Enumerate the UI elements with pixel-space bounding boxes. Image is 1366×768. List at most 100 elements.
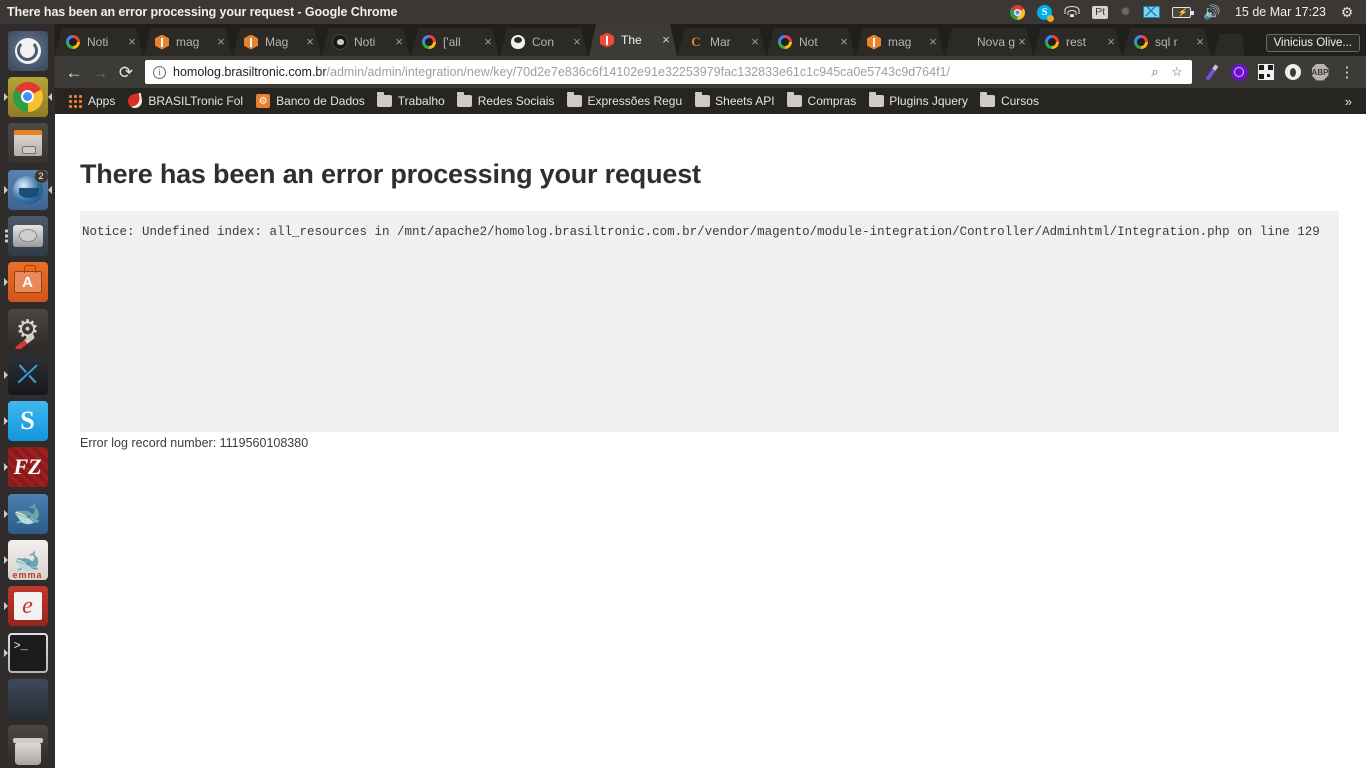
launcher-item-filezilla[interactable]: FZ	[3, 445, 52, 490]
qr-code-extension-icon[interactable]	[1253, 59, 1279, 85]
tab-mar-c[interactable]: C Mar ×	[678, 28, 766, 56]
bookmark-banco-de-dados[interactable]: ⚙ Banco de Dados	[249, 90, 371, 112]
tab-close-icon[interactable]: ×	[748, 35, 762, 49]
system-tray: S Pt ✹ ⚡ 🔊 15 de Mar 17:23 ⚙	[1004, 0, 1366, 24]
emma-dolphin-icon: 🐋 emma	[7, 540, 48, 581]
tab-close-icon[interactable]: ×	[214, 35, 228, 49]
bookmark-plugins-jquery[interactable]: Plugins Jquery	[862, 90, 974, 112]
folder-icon	[980, 92, 996, 109]
tab-close-icon[interactable]: ×	[570, 35, 584, 49]
tab-close-icon[interactable]: ×	[1193, 35, 1207, 49]
page-viewport: There has been an error processing your …	[55, 114, 1366, 768]
keyboard-layout-indicator[interactable]: Pt	[1086, 0, 1114, 24]
purple-circle-extension-icon[interactable]	[1226, 59, 1252, 85]
evolution-icon	[7, 586, 48, 627]
white-circle-extension-icon[interactable]	[1280, 59, 1306, 85]
tab-close-icon[interactable]: ×	[303, 35, 317, 49]
tab-noti-google[interactable]: Noti ×	[55, 28, 143, 56]
bluetooth-icon[interactable]: ✹	[1114, 0, 1137, 24]
bookmark-label: Redes Sociais	[477, 94, 555, 108]
google-icon	[65, 34, 81, 50]
launcher-item-ubuntu-software[interactable]: A	[3, 260, 52, 305]
launcher-item-terminal[interactable]: >_	[3, 630, 52, 675]
launcher-item-mysql-workbench[interactable]: 🐋	[3, 491, 52, 536]
bookmark-redes-sociais[interactable]: Redes Sociais	[451, 90, 561, 112]
tab-mag-magento-3[interactable]: mag ×	[856, 28, 944, 56]
tab-close-icon[interactable]: ×	[837, 35, 851, 49]
launcher-item-disks[interactable]	[4, 213, 52, 258]
filezilla-icon: FZ	[7, 447, 48, 488]
bookmark-star-icon[interactable]: ☆	[1168, 64, 1186, 80]
volume-icon[interactable]: 🔊	[1197, 0, 1227, 24]
search-icon[interactable]: ⌕	[1146, 64, 1164, 80]
launcher-item-thunderbird[interactable]: 2	[3, 167, 52, 212]
eyedropper-extension-icon[interactable]	[1199, 59, 1225, 85]
launcher-item-google-chrome[interactable]	[3, 74, 52, 119]
launcher-item-trash[interactable]	[4, 723, 52, 768]
launcher-item-evolution[interactable]	[3, 584, 52, 629]
forward-button[interactable]: →	[87, 59, 113, 85]
clock[interactable]: 15 de Mar 17:23	[1227, 5, 1334, 19]
profile-button[interactable]: Vinicius Olive...	[1265, 34, 1360, 52]
site-info-icon[interactable]: i	[153, 65, 166, 79]
tab-nova-guia[interactable]: Nova g ×	[945, 28, 1033, 56]
bookmark-label: Cursos	[1000, 94, 1039, 108]
tab-sql-google[interactable]: sql r ×	[1123, 28, 1211, 56]
bookmark-compras[interactable]: Compras	[781, 90, 863, 112]
address-bar[interactable]: i homolog.brasiltronic.com.br/admin/admi…	[145, 60, 1192, 84]
tab-close-icon[interactable]: ×	[1015, 35, 1029, 49]
tab-close-icon[interactable]: ×	[392, 35, 406, 49]
bookmarks-bar: Apps BRASILTronic Fol ⚙ Banco de Dados T…	[55, 88, 1366, 114]
tab-the-magento-active[interactable]: The ×	[589, 24, 677, 56]
launcher-item-disk-utility[interactable]	[4, 676, 52, 721]
folder-icon	[787, 92, 803, 109]
launcher-item-visual-studio-code[interactable]: ⤫	[3, 352, 52, 397]
tab-close-icon[interactable]: ×	[481, 35, 495, 49]
bookmarks-overflow-button[interactable]: »	[1337, 94, 1360, 109]
reload-button[interactable]: ⟳	[113, 59, 139, 85]
bookmark-label: Expressões Regu	[587, 94, 683, 108]
bookmark-expressoes-regulares[interactable]: Expressões Regu	[560, 90, 688, 112]
chrome-menu-button[interactable]: ⋮	[1334, 59, 1360, 85]
google-icon	[421, 34, 437, 50]
adblock-plus-extension-icon[interactable]: ABP	[1307, 59, 1333, 85]
google-icon	[1133, 34, 1149, 50]
gear-icon[interactable]: ⚙	[1334, 0, 1360, 24]
battery-icon[interactable]: ⚡	[1166, 0, 1197, 24]
bookmark-label: Banco de Dados	[276, 94, 365, 108]
launcher-item-system-settings[interactable]: ⚙	[4, 306, 52, 351]
back-button[interactable]: ←	[61, 59, 87, 85]
bookmark-sheets-api[interactable]: Sheets API	[688, 90, 780, 112]
tab-close-icon[interactable]: ×	[125, 35, 139, 49]
tab-close-icon[interactable]: ×	[659, 33, 673, 47]
bookmark-cursos[interactable]: Cursos	[974, 90, 1045, 112]
launcher-item-files[interactable]	[4, 121, 52, 166]
tab-close-icon[interactable]: ×	[926, 35, 940, 49]
tab-label: Not	[799, 35, 818, 49]
tab-close-icon[interactable]: ×	[1104, 35, 1118, 49]
apps-grid-icon	[67, 93, 83, 109]
mail-icon[interactable]	[1137, 0, 1166, 24]
bookmark-apps[interactable]: Apps	[61, 90, 121, 112]
wifi-icon[interactable]	[1058, 0, 1086, 24]
tab-not-google[interactable]: Not ×	[767, 28, 855, 56]
folder-icon	[377, 92, 393, 109]
page-title: There has been an error processing your …	[80, 159, 701, 189]
tab-noti-github[interactable]: Noti ×	[322, 28, 410, 56]
tab-rest-google[interactable]: rest ×	[1034, 28, 1122, 56]
emma-label: emma	[12, 570, 43, 581]
bookmark-brasiltronic[interactable]: BRASILTronic Fol	[121, 90, 249, 112]
launcher-item-ubuntu-dash[interactable]	[4, 28, 52, 73]
launcher-item-skype[interactable]: S	[3, 399, 52, 444]
tab-mag-magento[interactable]: mag ×	[144, 28, 232, 56]
tab-label: Nova g	[977, 35, 1015, 49]
tab-mag-magento-2[interactable]: Mag ×	[233, 28, 321, 56]
skype-icon[interactable]: S	[1031, 0, 1058, 24]
bookmark-trabalho[interactable]: Trabalho	[371, 90, 451, 112]
tab-con-linux[interactable]: Con ×	[500, 28, 588, 56]
chrome-icon[interactable]	[1004, 0, 1031, 24]
tab-all-google[interactable]: ['all ×	[411, 28, 499, 56]
bookmark-label: Trabalho	[397, 94, 445, 108]
new-tab-button[interactable]	[1214, 34, 1244, 56]
launcher-item-emma[interactable]: 🐋 emma	[3, 537, 52, 582]
